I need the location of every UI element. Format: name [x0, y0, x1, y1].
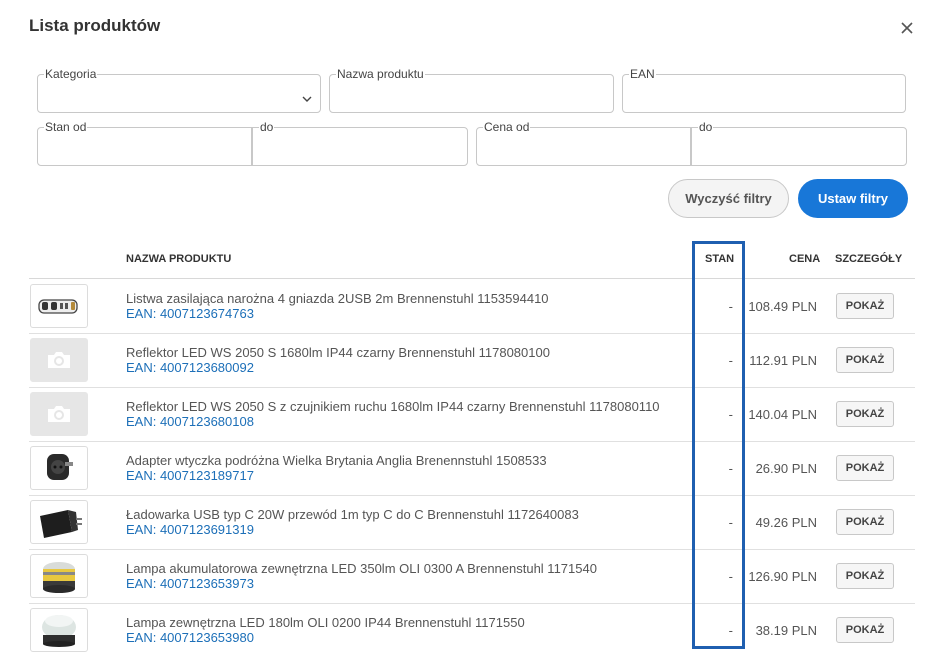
stock-from-label: Stan od — [44, 120, 88, 134]
show-details-button[interactable]: POKAŻ — [836, 293, 894, 319]
apply-filters-button[interactable]: Ustaw filtry — [798, 179, 908, 218]
table-row: Reflektor LED WS 2050 S z czujnikiem ruc… — [29, 388, 915, 442]
product-name[interactable]: Adapter wtyczka podróżna Wielka Brytania… — [126, 453, 547, 468]
product-name[interactable]: Lampa zewnętrzna LED 180lm OLI 0200 IP44… — [126, 615, 525, 630]
product-ean[interactable]: EAN: 4007123189717 — [126, 468, 254, 483]
stock-to-input[interactable]: do — [252, 120, 468, 166]
product-stock: - — [728, 299, 733, 314]
product-name[interactable]: Listwa zasilająca narożna 4 gniazda 2USB… — [126, 291, 549, 306]
clear-filters-button[interactable]: Wyczyść filtry — [668, 179, 789, 218]
product-name[interactable]: Reflektor LED WS 2050 S 1680lm IP44 czar… — [126, 345, 550, 360]
product-ean[interactable]: EAN: 4007123680092 — [126, 360, 254, 375]
table-header: NAZWA PRODUKTU STAN CENA SZCZEGÓŁY — [29, 241, 915, 279]
product-ean[interactable]: EAN: 4007123691319 — [126, 522, 254, 537]
show-details-button[interactable]: POKAŻ — [836, 617, 894, 643]
product-name[interactable]: Lampa akumulatorowa zewnętrzna LED 350lm… — [126, 561, 597, 576]
product-price: 126.90 PLN — [748, 569, 817, 584]
product-name-input[interactable]: Nazwa produktu — [329, 67, 614, 113]
price-from-input[interactable]: Cena od — [476, 120, 691, 166]
lamp-thumbnail — [30, 608, 88, 652]
table-row: Listwa zasilająca narożna 4 gniazda 2USB… — [29, 280, 915, 334]
ean-label: EAN — [629, 67, 656, 81]
product-ean[interactable]: EAN: 4007123653973 — [126, 576, 254, 591]
usb-charger-thumbnail — [30, 500, 88, 544]
price-to-input[interactable]: do — [691, 120, 907, 166]
table-row: Adapter wtyczka podróżna Wielka Brytania… — [29, 442, 915, 496]
category-label: Kategoria — [44, 67, 98, 81]
product-stock: - — [728, 569, 733, 584]
column-header-name[interactable]: NAZWA PRODUKTU — [126, 253, 231, 265]
close-icon[interactable] — [898, 19, 916, 37]
product-name[interactable]: Reflektor LED WS 2050 S z czujnikiem ruc… — [126, 399, 660, 414]
chevron-down-icon — [302, 90, 312, 108]
product-stock: - — [728, 461, 733, 476]
product-ean[interactable]: EAN: 4007123680108 — [126, 414, 254, 429]
column-header-details: SZCZEGÓŁY — [835, 253, 903, 265]
show-details-button[interactable]: POKAŻ — [836, 455, 894, 481]
lamp-thumbnail — [30, 554, 88, 598]
show-details-button[interactable]: POKAŻ — [836, 563, 894, 589]
product-price: 26.90 PLN — [755, 461, 817, 476]
power-strip-thumbnail — [30, 284, 88, 328]
product-price: 112.91 PLN — [749, 353, 817, 368]
stock-to-label: do — [259, 120, 275, 134]
product-ean[interactable]: EAN: 4007123674763 — [126, 306, 254, 321]
product-stock: - — [728, 407, 733, 422]
table-row: Lampa zewnętrzna LED 180lm OLI 0200 IP44… — [29, 604, 915, 655]
travel-adapter-thumbnail — [30, 446, 88, 490]
ean-input[interactable]: EAN — [622, 67, 906, 113]
price-from-label: Cena od — [483, 120, 531, 134]
stock-from-input[interactable]: Stan od — [37, 120, 252, 166]
column-header-stock[interactable]: STAN — [705, 253, 734, 265]
show-details-button[interactable]: POKAŻ — [836, 509, 894, 535]
category-select[interactable]: Kategoria — [37, 67, 321, 113]
camera-icon — [30, 338, 88, 382]
product-name-label: Nazwa produktu — [336, 67, 425, 81]
product-price: 140.04 PLN — [748, 407, 817, 422]
product-ean[interactable]: EAN: 4007123653980 — [126, 630, 254, 645]
product-price: 38.19 PLN — [755, 623, 817, 638]
table-row: Lampa akumulatorowa zewnętrzna LED 350lm… — [29, 550, 915, 604]
product-price: 49.26 PLN — [755, 515, 817, 530]
table-row: Reflektor LED WS 2050 S 1680lm IP44 czar… — [29, 334, 915, 388]
product-name[interactable]: Ładowarka USB typ C 20W przewód 1m typ C… — [126, 507, 579, 522]
product-stock: - — [728, 623, 733, 638]
price-to-label: do — [698, 120, 714, 134]
table-row: Ładowarka USB typ C 20W przewód 1m typ C… — [29, 496, 915, 550]
show-details-button[interactable]: POKAŻ — [836, 347, 894, 373]
camera-icon — [30, 392, 88, 436]
dialog-title: Lista produktów — [29, 16, 161, 35]
product-price: 108.49 PLN — [748, 299, 817, 314]
column-header-price[interactable]: CENA — [789, 253, 820, 265]
product-stock: - — [728, 353, 733, 368]
show-details-button[interactable]: POKAŻ — [836, 401, 894, 427]
product-stock: - — [728, 515, 733, 530]
